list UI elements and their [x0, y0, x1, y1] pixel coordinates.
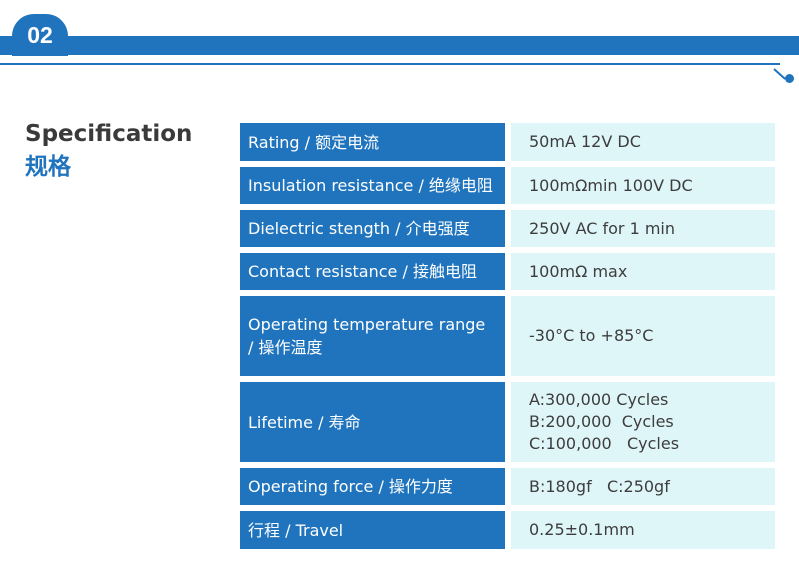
spec-value: 250V AC for 1 min — [511, 210, 775, 247]
spec-row-dielectric-strength: Dielectric stength / 介电强度 250V AC for 1 … — [240, 210, 775, 247]
spec-label-line: Rating / 额定电流 — [248, 132, 380, 152]
spec-value-line: 50mA 12V DC — [529, 132, 641, 151]
spec-row-insulation-resistance: Insulation resistance / 绝缘电阻 100mΩmin 10… — [240, 167, 775, 204]
spec-value-line: C:100,000 Cycles — [529, 434, 680, 453]
header-divider-dot — [785, 74, 794, 83]
spec-value: 100mΩ max — [511, 253, 775, 290]
spec-row-rating: Rating / 额定电流 50mA 12V DC — [240, 123, 775, 161]
spec-value: 100mΩmin 100V DC — [511, 167, 775, 204]
spec-value-line: B:200,000 Cycles — [529, 412, 674, 431]
spec-label: Operating force / 操作力度 — [240, 468, 505, 505]
header-divider-line — [0, 63, 780, 65]
spec-row-operating-force: Operating force / 操作力度 B:180gf C:250gf — [240, 468, 775, 505]
spec-label-line: Lifetime / 寿命 — [248, 412, 361, 432]
header-divider-bend — [773, 68, 786, 80]
spec-value: 50mA 12V DC — [511, 123, 775, 161]
spec-row-operating-temperature: Operating temperature range / 操作温度 -30°C… — [240, 296, 775, 376]
spec-value-line: B:180gf C:250gf — [529, 476, 670, 496]
spec-value-line: 100mΩ max — [529, 261, 628, 281]
spec-value: 0.25±0.1mm — [511, 511, 775, 549]
spec-label-line: 行程 / Travel — [248, 520, 344, 540]
spec-row-lifetime: Lifetime / 寿命 A:300,000 Cycles B:200,000… — [240, 382, 775, 462]
spec-label-line: Contact resistance / 接触电阻 — [248, 262, 477, 281]
spec-value: -30°C to +85°C — [511, 296, 775, 376]
spec-label-line: Insulation resistance / 绝缘电阻 — [248, 176, 493, 195]
spec-value-line: 250V AC for 1 min — [529, 218, 676, 238]
spec-label-line: / 操作温度 — [248, 338, 323, 357]
spec-label-line: Operating temperature range — [248, 315, 486, 334]
spec-row-travel: 行程 / Travel 0.25±0.1mm — [240, 511, 775, 549]
spec-label: 行程 / Travel — [240, 511, 505, 549]
spec-row-contact-resistance: Contact resistance / 接触电阻 100mΩ max — [240, 253, 775, 290]
section-subtitle: 规格 — [25, 154, 71, 180]
section-number-badge: 02 — [12, 14, 68, 56]
header-bar — [0, 36, 799, 55]
spec-value-line: 0.25±0.1mm — [529, 520, 635, 539]
spec-value-line: A:300,000 Cycles — [529, 390, 669, 409]
spec-label-line: Operating force / 操作力度 — [248, 477, 453, 496]
spec-table: Rating / 额定电流 50mA 12V DC Insulation res… — [240, 123, 775, 555]
spec-label: Insulation resistance / 绝缘电阻 — [240, 167, 505, 204]
spec-label: Lifetime / 寿命 — [240, 382, 505, 462]
spec-value: A:300,000 Cycles B:200,000 Cycles C:100,… — [511, 382, 775, 462]
spec-label: Operating temperature range / 操作温度 — [240, 296, 505, 376]
section-title: Specification — [25, 121, 193, 147]
spec-label: Dielectric stength / 介电强度 — [240, 210, 505, 247]
spec-value-line: 100mΩmin 100V DC — [529, 175, 693, 195]
spec-value: B:180gf C:250gf — [511, 468, 775, 505]
spec-label: Rating / 额定电流 — [240, 123, 505, 161]
spec-value-line: -30°C to +85°C — [529, 326, 654, 345]
spec-label-line: Dielectric stength / 介电强度 — [248, 219, 470, 238]
spec-label: Contact resistance / 接触电阻 — [240, 253, 505, 290]
